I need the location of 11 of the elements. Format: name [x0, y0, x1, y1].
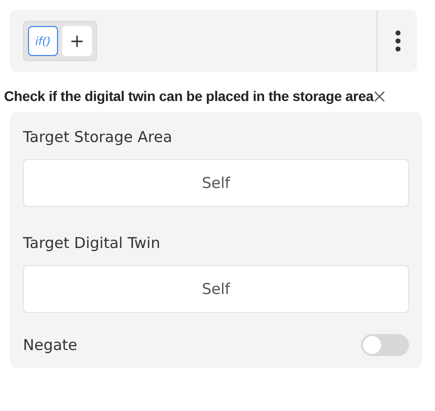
select-field[interactable]: Self [23, 159, 409, 207]
select-field[interactable]: Self [23, 265, 409, 313]
section-title: Check if the digital twin can be placed in the storage area [4, 88, 374, 104]
close-icon[interactable] [374, 90, 386, 102]
negate-label: Negate [23, 336, 78, 354]
tool-button[interactable]: + [62, 26, 92, 56]
field-label: Target Storage Area [23, 128, 174, 146]
toggle-switch[interactable] [361, 334, 409, 356]
tool-button[interactable]: if() [28, 26, 58, 56]
more-icon [394, 30, 400, 52]
field-label: Target Digital Twin [23, 234, 162, 252]
